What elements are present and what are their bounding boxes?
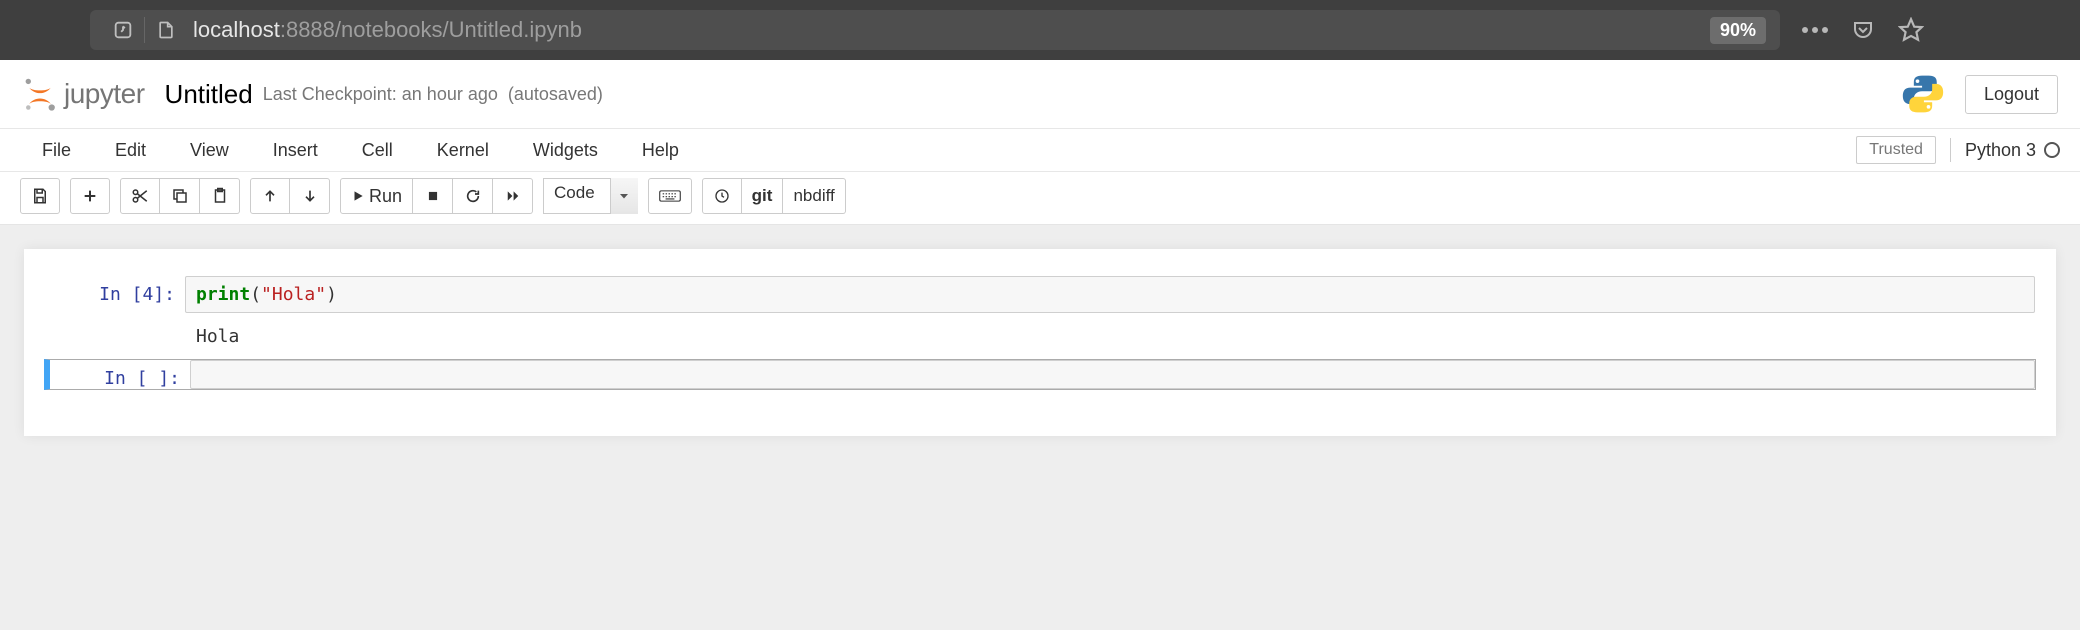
git-button[interactable]: git [742, 178, 784, 214]
paste-button[interactable] [200, 178, 240, 214]
code-cell[interactable]: In [ ]: [44, 359, 2036, 390]
nbdiff-button[interactable]: nbdiff [783, 178, 845, 214]
output-row: Hola [44, 320, 2036, 353]
cell-output: Hola [184, 320, 251, 353]
clipboard-icon [211, 187, 229, 205]
jupyter-brand-text: jupyter [64, 78, 145, 110]
token-builtin: print [196, 284, 250, 305]
pocket-icon[interactable] [1846, 13, 1880, 47]
copy-button[interactable] [160, 178, 200, 214]
menu-file[interactable]: File [20, 130, 93, 171]
restart-button[interactable] [453, 178, 493, 214]
python-logo-icon [1901, 72, 1945, 116]
menu-help[interactable]: Help [620, 130, 701, 171]
arrow-up-icon [262, 188, 278, 204]
move-up-button[interactable] [250, 178, 290, 214]
stop-icon [426, 189, 440, 203]
kernel-indicator-icon[interactable] [2044, 142, 2060, 158]
save-button[interactable] [20, 178, 60, 214]
run-label: Run [369, 186, 402, 207]
nbdiff-label: nbdiff [793, 186, 834, 206]
toolbar: Run Code git [0, 172, 2080, 225]
play-icon [351, 189, 365, 203]
notebook-header: jupyter Untitled Last Checkpoint: an hou… [0, 60, 2080, 128]
trusted-badge[interactable]: Trusted [1856, 136, 1936, 164]
restart-run-all-button[interactable] [493, 178, 533, 214]
cell-type-select[interactable]: Code [543, 178, 638, 214]
kernel-name[interactable]: Python 3 [1965, 140, 2036, 161]
token-string: "Hola" [261, 284, 326, 305]
url-host: localhost [193, 17, 280, 43]
code-input[interactable] [190, 360, 2035, 389]
notebook-container: In [4]: print("Hola") Hola In [ ]: [0, 225, 2080, 460]
more-icon[interactable] [1798, 13, 1832, 47]
interrupt-button[interactable] [413, 178, 453, 214]
fast-forward-icon [505, 189, 521, 203]
input-prompt: In [4]: [45, 276, 185, 313]
save-icon [31, 187, 49, 205]
checkpoint-text: Last Checkpoint: an hour ago [263, 84, 498, 105]
url-path: /notebooks/Untitled.ipynb [335, 17, 582, 43]
url-port: :8888 [280, 17, 335, 43]
menu-view[interactable]: View [168, 130, 251, 171]
cut-button[interactable] [120, 178, 160, 214]
menu-cell[interactable]: Cell [340, 130, 415, 171]
menubar: File Edit View Insert Cell Kernel Widget… [0, 128, 2080, 172]
code-cell[interactable]: In [4]: print("Hola") [44, 275, 2036, 314]
menu-kernel[interactable]: Kernel [415, 130, 511, 171]
star-icon[interactable] [1894, 13, 1928, 47]
browser-address-bar: localhost:8888/notebooks/Untitled.ipynb … [0, 0, 2080, 60]
logout-button[interactable]: Logout [1965, 75, 2058, 114]
page-icon [147, 11, 185, 49]
plus-icon [82, 188, 98, 204]
chevron-down-icon [610, 178, 638, 214]
clock-icon [714, 188, 730, 204]
zoom-badge[interactable]: 90% [1710, 17, 1766, 44]
jupyter-logo[interactable]: jupyter [22, 76, 145, 112]
code-input[interactable]: print("Hola") [185, 276, 2035, 313]
menu-edit[interactable]: Edit [93, 130, 168, 171]
command-palette-button[interactable] [648, 178, 692, 214]
keyboard-icon [659, 189, 681, 203]
notebook-name[interactable]: Untitled [165, 79, 253, 110]
arrow-down-icon [302, 188, 318, 204]
menu-widgets[interactable]: Widgets [511, 130, 620, 171]
url-text[interactable]: localhost:8888/notebooks/Untitled.ipynb [185, 17, 1700, 43]
autosave-text: (autosaved) [508, 84, 603, 105]
git-clock-button[interactable] [702, 178, 742, 214]
url-box[interactable]: localhost:8888/notebooks/Untitled.ipynb … [90, 10, 1780, 50]
git-label: git [752, 186, 773, 206]
run-button[interactable]: Run [340, 178, 413, 214]
shield-icon[interactable] [104, 11, 142, 49]
notebook: In [4]: print("Hola") Hola In [ ]: [24, 249, 2056, 436]
input-prompt: In [ ]: [50, 360, 190, 389]
refresh-icon [465, 188, 481, 204]
jupyter-logo-icon [22, 76, 58, 112]
move-down-button[interactable] [290, 178, 330, 214]
scissors-icon [131, 187, 149, 205]
copy-icon [171, 187, 189, 205]
insert-cell-button[interactable] [70, 178, 110, 214]
menu-insert[interactable]: Insert [251, 130, 340, 171]
